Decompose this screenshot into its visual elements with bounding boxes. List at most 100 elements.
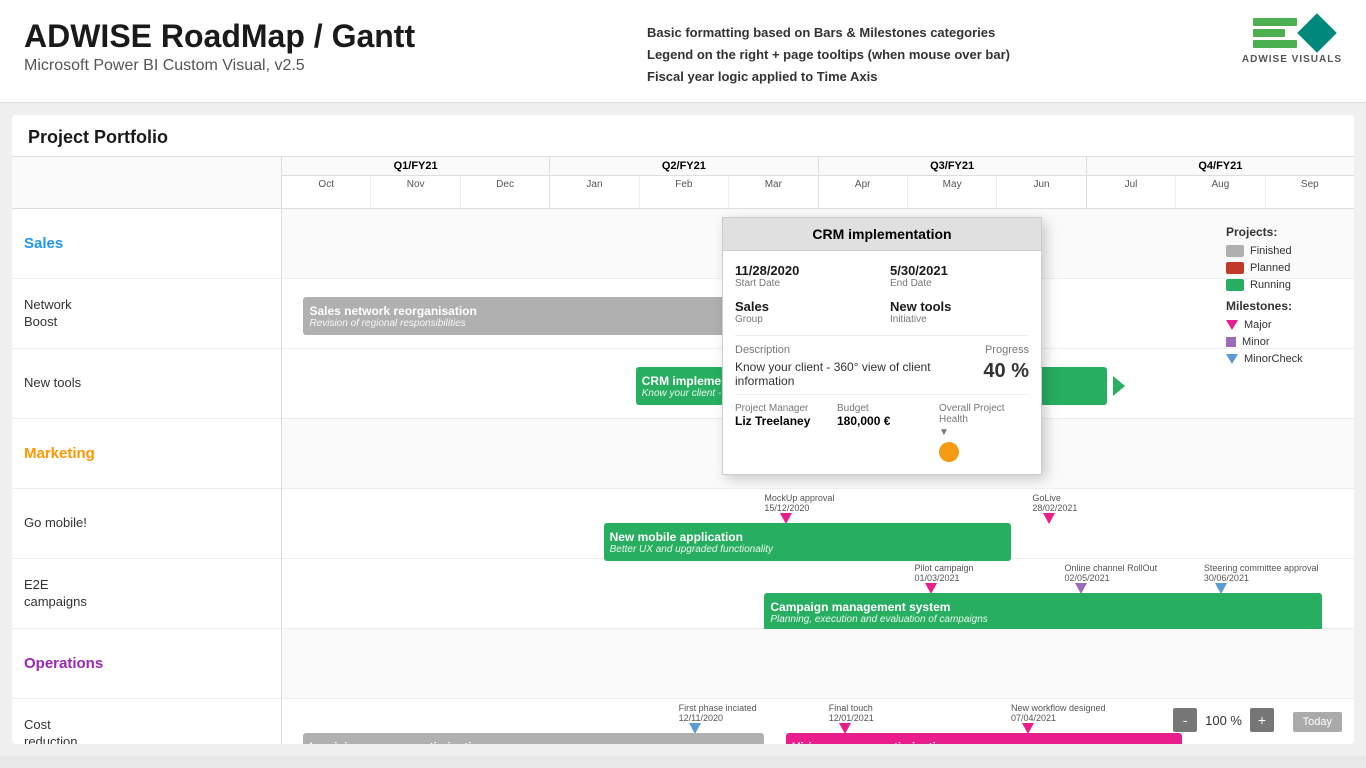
q1-months: Oct Nov Dec <box>282 176 549 208</box>
left-cell-e2e: E2Ecampaigns <box>12 559 281 629</box>
tooltip-desc-content: Know your client - 360° view of client i… <box>735 360 1029 388</box>
month-apr: Apr <box>819 176 908 208</box>
main-area: Project Portfolio Sales NetworkBoost New… <box>0 103 1366 756</box>
tooltip-title: CRM implementation <box>723 218 1041 251</box>
quarter-q2: Q2/FY21 Jan Feb Mar <box>550 157 818 208</box>
quarter-q3: Q3/FY21 Apr May Jun <box>819 157 1087 208</box>
milestone-steering-label: Steering committee approval <box>1204 563 1319 573</box>
month-dec: Dec <box>461 176 549 208</box>
tooltip-dates-row: 11/28/2020 Start Date 5/30/2021 End Date <box>735 263 1029 289</box>
milestone-mockup-label: MockUp approval <box>764 493 834 503</box>
milestone-online-label: Online channel RollOut <box>1065 563 1158 573</box>
tooltip-end-label: End Date <box>890 278 1029 289</box>
bar-sales-network-subtitle: Revision of regional responsibilities <box>309 318 758 329</box>
q2-label: Q2/FY21 <box>550 157 817 176</box>
milestone-mockup-date: 15/12/2020 <box>764 503 809 513</box>
tooltip-end-field: 5/30/2021 End Date <box>890 263 1029 289</box>
desc-line3: Fiscal year logic applied to Time Axis <box>647 66 1010 88</box>
tooltip-health-field: Overall Project Health ▼ <box>939 403 1029 462</box>
bar-campaign-subtitle: Planning, execution and evaluation of ca… <box>770 614 1315 625</box>
q3-label: Q3/FY21 <box>819 157 1086 176</box>
legend-running-color <box>1226 279 1244 291</box>
month-oct: Oct <box>282 176 371 208</box>
gantt-right-panel: Q1/FY21 Oct Nov Dec Q2/FY21 Jan Feb <box>282 157 1354 744</box>
logo-block: ADWISE VISUALS <box>1242 18 1342 65</box>
zoom-minus-button[interactable]: - <box>1173 708 1197 732</box>
bar-hiring-title: Hiring process optimisation <box>792 740 1177 745</box>
bar-mobile-subtitle: Better UX and upgraded functionality <box>610 544 1005 555</box>
month-may: May <box>908 176 997 208</box>
legend-finished-color <box>1226 245 1244 257</box>
legend-minor-label: Minor <box>1242 336 1270 348</box>
left-header <box>12 157 281 209</box>
row-label-e2e: E2Ecampaigns <box>24 577 87 611</box>
milestone-workflow-date: 07/04/2021 <box>1011 713 1056 723</box>
today-button[interactable]: Today <box>1293 712 1342 732</box>
app-header: ADWISE RoadMap / Gantt Microsoft Power B… <box>0 0 1366 103</box>
milestone-golive-date: 28/02/2021 <box>1032 503 1077 513</box>
bar-invoicing[interactable]: Invoicing process optimisation Invoicing… <box>303 733 764 744</box>
tooltip-end-value: 5/30/2021 <box>890 263 1029 278</box>
bar-sales-network[interactable]: Sales network reorganisation Revision of… <box>303 297 764 335</box>
legend-milestones-title: Milestones: <box>1226 299 1342 313</box>
tooltip-health-triangle: ▼ <box>939 427 1029 438</box>
row-e2e: Pilot campaign 01/03/2021 Online channel… <box>282 559 1354 629</box>
month-jul: Jul <box>1087 176 1176 208</box>
legend-major-icon <box>1226 320 1238 330</box>
milestone-pilot-date: 01/03/2021 <box>914 573 959 583</box>
bar-hiring[interactable]: Hiring process optimisation Responsibili… <box>786 733 1183 744</box>
q3-months: Apr May Jun <box>819 176 1086 208</box>
bar-campaign[interactable]: Campaign management system Planning, exe… <box>764 593 1321 631</box>
left-cell-new-tools: New tools <box>12 349 281 419</box>
zoom-value: 100 % <box>1201 713 1246 728</box>
category-label-sales: Sales <box>24 235 63 252</box>
left-cell-operations: Operations <box>12 629 281 699</box>
milestone-golive-label: GoLive <box>1032 493 1061 503</box>
milestone-finaltouch-label: Final touch <box>829 703 873 713</box>
gantt-container: Project Portfolio Sales NetworkBoost New… <box>12 115 1354 744</box>
tooltip-progress-value: 40 % <box>979 360 1029 383</box>
tooltip-group-label: Group <box>735 314 874 325</box>
bar-campaign-title: Campaign management system <box>770 600 1315 614</box>
row-go-mobile: MockUp approval 15/12/2020 GoLive 28/02/… <box>282 489 1354 559</box>
time-header: Q1/FY21 Oct Nov Dec Q2/FY21 Jan Feb <box>282 157 1354 209</box>
logo-diamond-icon <box>1297 13 1337 53</box>
bar-crm-arrow <box>1113 376 1125 396</box>
row-label-cost-reduction: Costreduction <box>24 717 77 744</box>
bar-mobile-app[interactable]: New mobile application Better UX and upg… <box>604 523 1011 561</box>
tooltip-group-value: Sales <box>735 299 874 314</box>
milestone-steering-date: 30/06/2021 <box>1204 573 1249 583</box>
gantt-title: Project Portfolio <box>12 115 1354 157</box>
legend-minor-icon <box>1226 337 1236 347</box>
zoom-plus-button[interactable]: + <box>1250 708 1274 732</box>
tooltip-desc-section: Description Progress Know your client - … <box>735 335 1029 388</box>
left-cell-sales: Sales <box>12 209 281 279</box>
legend-finished: Finished <box>1226 245 1342 257</box>
q4-label: Q4/FY21 <box>1087 157 1354 176</box>
tooltip-progress-label: Progress <box>985 344 1029 356</box>
month-jan: Jan <box>550 176 639 208</box>
milestone-online-date: 02/05/2021 <box>1065 573 1110 583</box>
tooltip-health-label: Overall Project Health <box>939 403 1029 425</box>
left-cell-cost-reduction: Costreduction <box>12 699 281 744</box>
row-label-network-boost: NetworkBoost <box>24 297 72 331</box>
q1-label: Q1/FY21 <box>282 157 549 176</box>
header-description: Basic formatting based on Bars & Milesto… <box>647 18 1010 88</box>
legend-planned: Planned <box>1226 262 1342 274</box>
zoom-controls: - 100 % + <box>1173 708 1274 732</box>
tooltip-manager-value: Liz Treelaney <box>735 414 825 428</box>
tooltip-desc-text: Know your client - 360° view of client i… <box>735 360 979 388</box>
tooltip-start-value: 11/28/2020 <box>735 263 874 278</box>
month-sep: Sep <box>1266 176 1354 208</box>
legend-projects-title: Projects: <box>1226 225 1342 239</box>
tooltip-health-dot <box>939 442 959 462</box>
tooltip-initiative-label: Initiative <box>890 314 1029 325</box>
app-subtitle: Microsoft Power BI Custom Visual, v2.5 <box>24 57 415 75</box>
legend-running: Running <box>1226 279 1342 291</box>
tooltip-footer-row: Project Manager Liz Treelaney Budget 180… <box>735 394 1029 462</box>
legend-minorcheck-label: MinorCheck <box>1244 353 1303 365</box>
milestone-golive-icon[interactable] <box>1043 513 1055 524</box>
tooltip-initiative-value: New tools <box>890 299 1029 314</box>
left-cell-network-boost: NetworkBoost <box>12 279 281 349</box>
milestone-finaltouch-date: 12/01/2021 <box>829 713 874 723</box>
